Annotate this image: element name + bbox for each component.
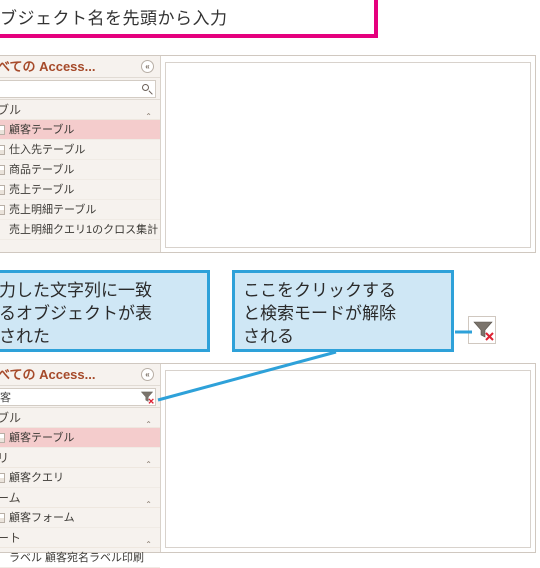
search-input[interactable] [0,80,156,98]
group-header[interactable]: ーム ⌃ [0,488,160,508]
group-label: リ [0,451,9,465]
navpane-item-label: 仕入先テーブル [9,144,85,156]
navpane-item[interactable]: 売上テーブル [0,180,160,200]
navpane-item[interactable]: 商品テーブル [0,160,160,180]
table-icon [0,165,5,175]
table-icon [0,513,5,523]
navpane-item[interactable]: 顧客テーブル [0,120,160,140]
document-area [165,370,531,548]
chevron-up-icon: ⌃ [145,107,152,120]
navpane-item[interactable]: 顧客クエリ [0,468,160,488]
filter-clear-sample [468,316,496,344]
navpane-item-label: 売上明細クエリ1のクロス集計 [9,224,158,236]
group-header[interactable]: ート ⌃ [0,528,160,548]
navpane-item-label: 商品テーブル [9,164,74,176]
navpane-title: べての Access... [0,59,95,74]
group-label: ーム [0,491,21,505]
search-row [0,386,160,408]
navigation-pane: べての Access... « ブル⌃顧客テーブルリ⌃顧客クエリーム⌃顧客フォー… [0,364,161,552]
filter-clear-icon [469,317,495,343]
table-icon [0,433,5,443]
chevron-up-icon: ⌃ [145,535,152,548]
navpane-item-label: 顧客フォーム [9,512,75,524]
group-tables[interactable]: ブル ⌃ [0,100,160,120]
search-icon[interactable] [141,83,153,95]
table-icon [0,125,5,135]
navpane-header[interactable]: べての Access... « [0,56,160,78]
navpane-item-label: 顧客テーブル [9,124,74,136]
callout-matched-text: 力した文字列に一致るオブジェクトが表された [0,281,152,346]
group-label: ート [0,531,21,545]
navpane-item-label: 顧客クエリ [9,472,64,484]
navpane-header[interactable]: べての Access... « [0,364,160,386]
navpane-item[interactable]: 売上明細テーブル [0,200,160,220]
chevron-up-icon: ⌃ [145,415,152,428]
group-header[interactable]: ブル ⌃ [0,408,160,428]
callout-enter-name: ブジェクト名を先頭から入力 [0,0,378,38]
table-icon [0,145,5,155]
chevron-up-icon: ⌃ [145,495,152,508]
callout-click-clear: ここをクリックすると検索モードが解除される [232,270,454,352]
navpane-item[interactable]: 売上明細クエリ1のクロス集計 [0,220,160,240]
navpane-item-label: 売上明細テーブル [9,204,96,216]
search-row [0,78,160,100]
table-icon [0,185,5,195]
table-icon [0,205,5,215]
chevron-double-icon[interactable]: « [141,60,154,73]
navpane-item-label: 売上テーブル [9,184,74,196]
navpane-item-label: 顧客テーブル [9,432,74,444]
navpane-item[interactable]: 仕入先テーブル [0,140,160,160]
navpane-item-label: ラベル 顧客宛名ラベル印刷 [9,552,144,564]
group-tables-label: ブル [0,103,21,117]
navpane-item[interactable]: ラベル 顧客宛名ラベル印刷 [0,548,160,568]
callout-matched-objects: 力した文字列に一致るオブジェクトが表された [0,270,210,352]
chevron-up-icon: ⌃ [145,455,152,468]
search-input[interactable] [0,388,156,406]
document-area [165,62,531,248]
access-window-top: べての Access... « ブル ⌃ 顧客テーブル仕入先テーブル商品テーブル… [0,55,536,253]
group-header[interactable]: リ⌃ [0,448,160,468]
callout-click-clear-text: ここをクリックすると検索モードが解除される [243,281,396,346]
navpane-title: べての Access... [0,367,95,382]
access-window-bottom: べての Access... « ブル⌃顧客テーブルリ⌃顧客クエリーム⌃顧客フォー… [0,363,536,553]
navigation-pane: べての Access... « ブル ⌃ 顧客テーブル仕入先テーブル商品テーブル… [0,56,161,252]
filter-clear-icon[interactable] [140,390,154,404]
callout-enter-name-text: ブジェクト名を先頭から入力 [0,9,228,28]
table-icon [0,473,5,483]
navpane-item[interactable]: 顧客テーブル [0,428,160,448]
group-label: ブル [0,411,21,425]
navpane-item[interactable]: 顧客フォーム [0,508,160,528]
chevron-double-icon[interactable]: « [141,368,154,381]
